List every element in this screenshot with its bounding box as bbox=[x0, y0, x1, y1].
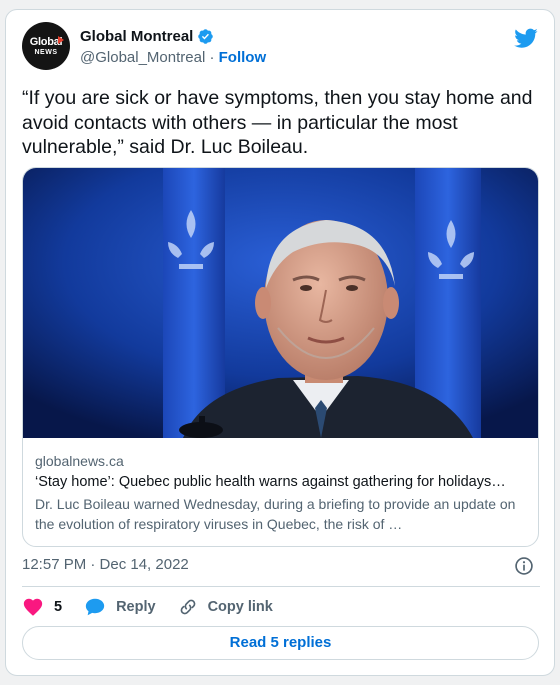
heart-icon bbox=[23, 598, 43, 616]
author-avatar[interactable]: Global NEWS bbox=[22, 22, 70, 70]
link-preview-description: Dr. Luc Boileau warned Wednesday, during… bbox=[35, 496, 516, 532]
action-divider bbox=[22, 586, 540, 587]
info-icon[interactable] bbox=[514, 556, 534, 576]
link-preview-domain: globalnews.ca bbox=[35, 453, 124, 469]
tweet-text: “If you are sick or have symptoms, then … bbox=[22, 87, 533, 158]
avatar-logo-wedge bbox=[58, 36, 64, 44]
handle-separator: · bbox=[205, 49, 219, 66]
author-handle-row: @Global_Montreal · Follow bbox=[80, 49, 266, 66]
reply-label: Reply bbox=[116, 599, 156, 615]
follow-button[interactable]: Follow bbox=[219, 49, 267, 66]
link-preview-photo bbox=[23, 168, 538, 438]
avatar-logo-text-bottom: NEWS bbox=[34, 48, 58, 56]
embedded-tweet-card: Global NEWS Global Montreal @Global_Mont… bbox=[5, 9, 555, 676]
author-name-row: Global Montreal bbox=[80, 28, 214, 45]
speech-bubble-icon bbox=[85, 598, 105, 616]
verified-badge-icon bbox=[198, 29, 214, 44]
author-display-name[interactable]: Global Montreal bbox=[80, 28, 193, 45]
like-button[interactable]: 5 bbox=[22, 596, 62, 618]
link-preview-card[interactable]: globalnews.ca ‘Stay home’: Quebec public… bbox=[22, 167, 539, 547]
tweet-timestamp[interactable]: 12:57 PM · Dec 14, 2022 bbox=[22, 556, 189, 573]
read-replies-button[interactable]: Read 5 replies bbox=[22, 626, 539, 660]
twitter-bird-icon[interactable] bbox=[514, 26, 538, 50]
link-preview-meta: globalnews.ca ‘Stay home’: Quebec public… bbox=[35, 452, 530, 534]
author-handle[interactable]: @Global_Montreal bbox=[80, 49, 205, 66]
tweet-action-bar: 5 Reply Copy link bbox=[22, 596, 295, 618]
link-preview-title: ‘Stay home’: Quebec public health warns … bbox=[35, 474, 506, 490]
reply-button[interactable]: Reply bbox=[84, 596, 156, 618]
copy-link-label: Copy link bbox=[207, 599, 273, 615]
copy-link-button[interactable]: Copy link bbox=[178, 597, 273, 617]
link-icon bbox=[180, 599, 195, 615]
like-count: 5 bbox=[54, 599, 63, 615]
